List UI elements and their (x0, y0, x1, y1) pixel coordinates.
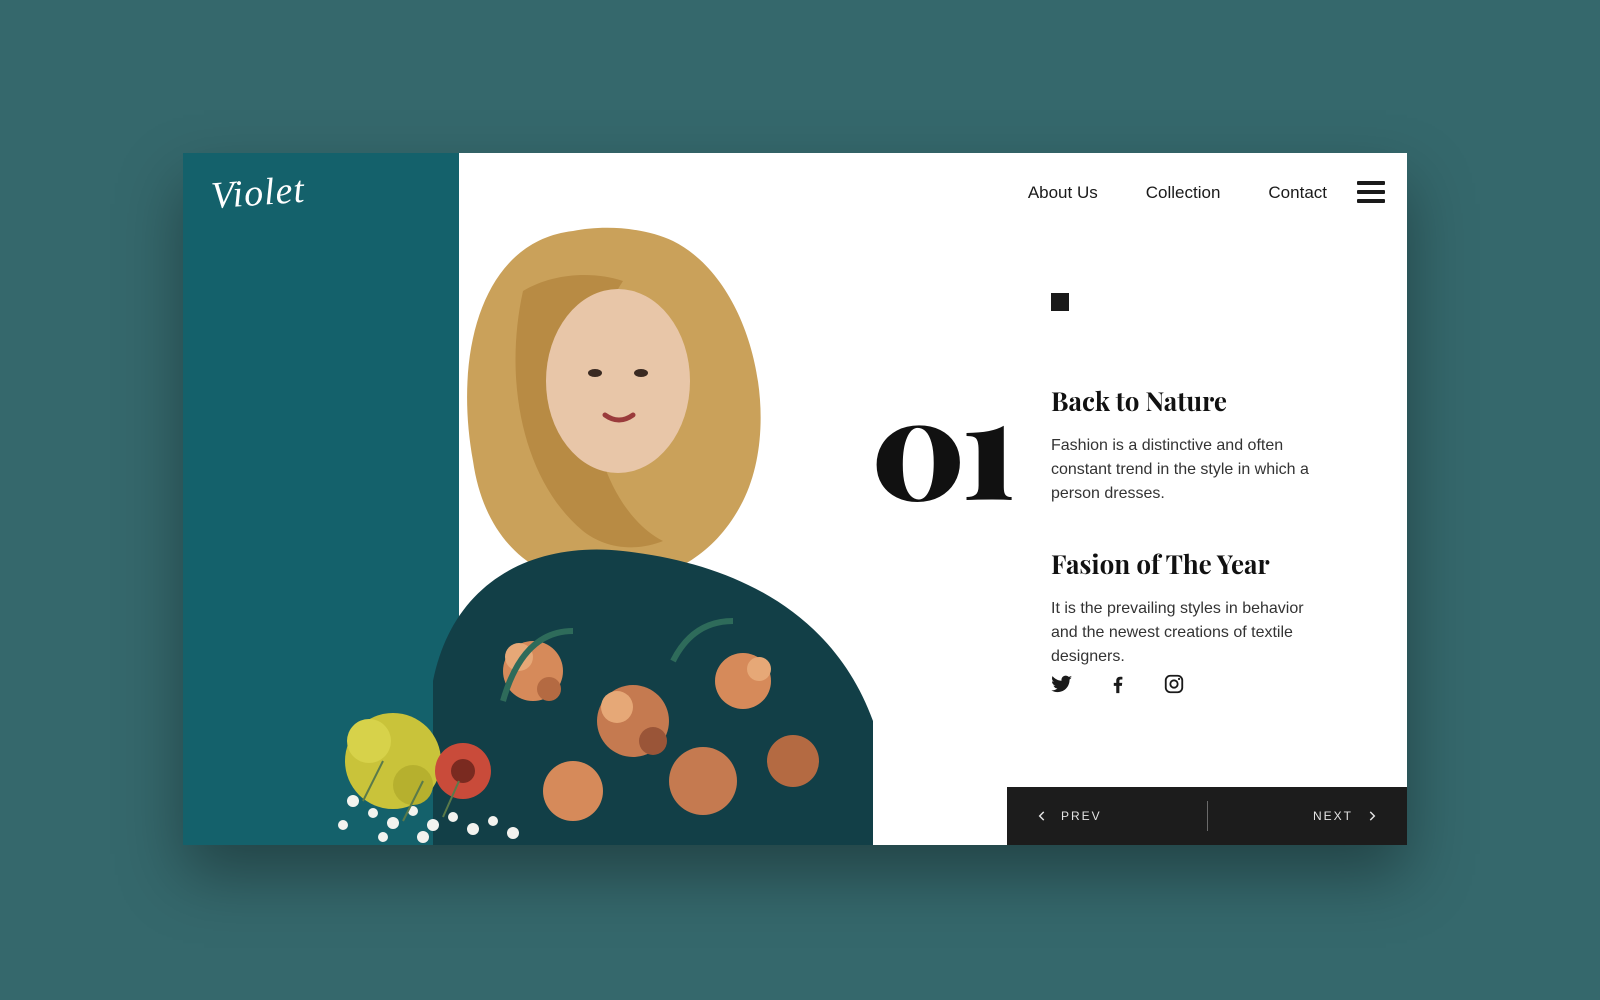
next-label: NEXT (1313, 809, 1353, 823)
nav-link-collection[interactable]: Collection (1146, 183, 1221, 203)
section-heading: Fasion of The Year (1051, 546, 1351, 581)
nav-link-about[interactable]: About Us (1028, 183, 1098, 203)
pager-divider (1207, 801, 1208, 831)
section-back-to-nature: Back to Nature Fashion is a distinctive … (1051, 383, 1351, 506)
chevron-right-icon (1365, 809, 1379, 823)
section-body: It is the prevailing styles in behavior … (1051, 597, 1311, 669)
prev-button[interactable]: PREV (1007, 809, 1130, 823)
content-column: Back to Nature Fashion is a distinctive … (1051, 293, 1351, 669)
section-heading: Back to Nature (1051, 383, 1351, 418)
landing-card: Violet About Us Collection Contact (183, 153, 1407, 845)
nav-link-contact[interactable]: Contact (1268, 183, 1327, 203)
next-button[interactable]: NEXT (1285, 809, 1407, 823)
social-row (1051, 673, 1185, 695)
section-body: Fashion is a distinctive and often const… (1051, 434, 1311, 506)
pager-bar: PREV NEXT (1007, 787, 1407, 845)
chevron-left-icon (1035, 809, 1049, 823)
square-marker-icon (1051, 293, 1069, 311)
prev-label: PREV (1061, 809, 1102, 823)
section-fashion-of-the-year: Fasion of The Year It is the prevailing … (1051, 546, 1351, 669)
hero-image (273, 201, 913, 845)
slide-number: 01 (871, 373, 1012, 513)
top-nav: About Us Collection Contact (1028, 183, 1327, 203)
hamburger-icon[interactable] (1357, 181, 1385, 203)
instagram-icon[interactable] (1163, 673, 1185, 695)
twitter-icon[interactable] (1051, 673, 1073, 695)
facebook-icon[interactable] (1107, 673, 1129, 695)
